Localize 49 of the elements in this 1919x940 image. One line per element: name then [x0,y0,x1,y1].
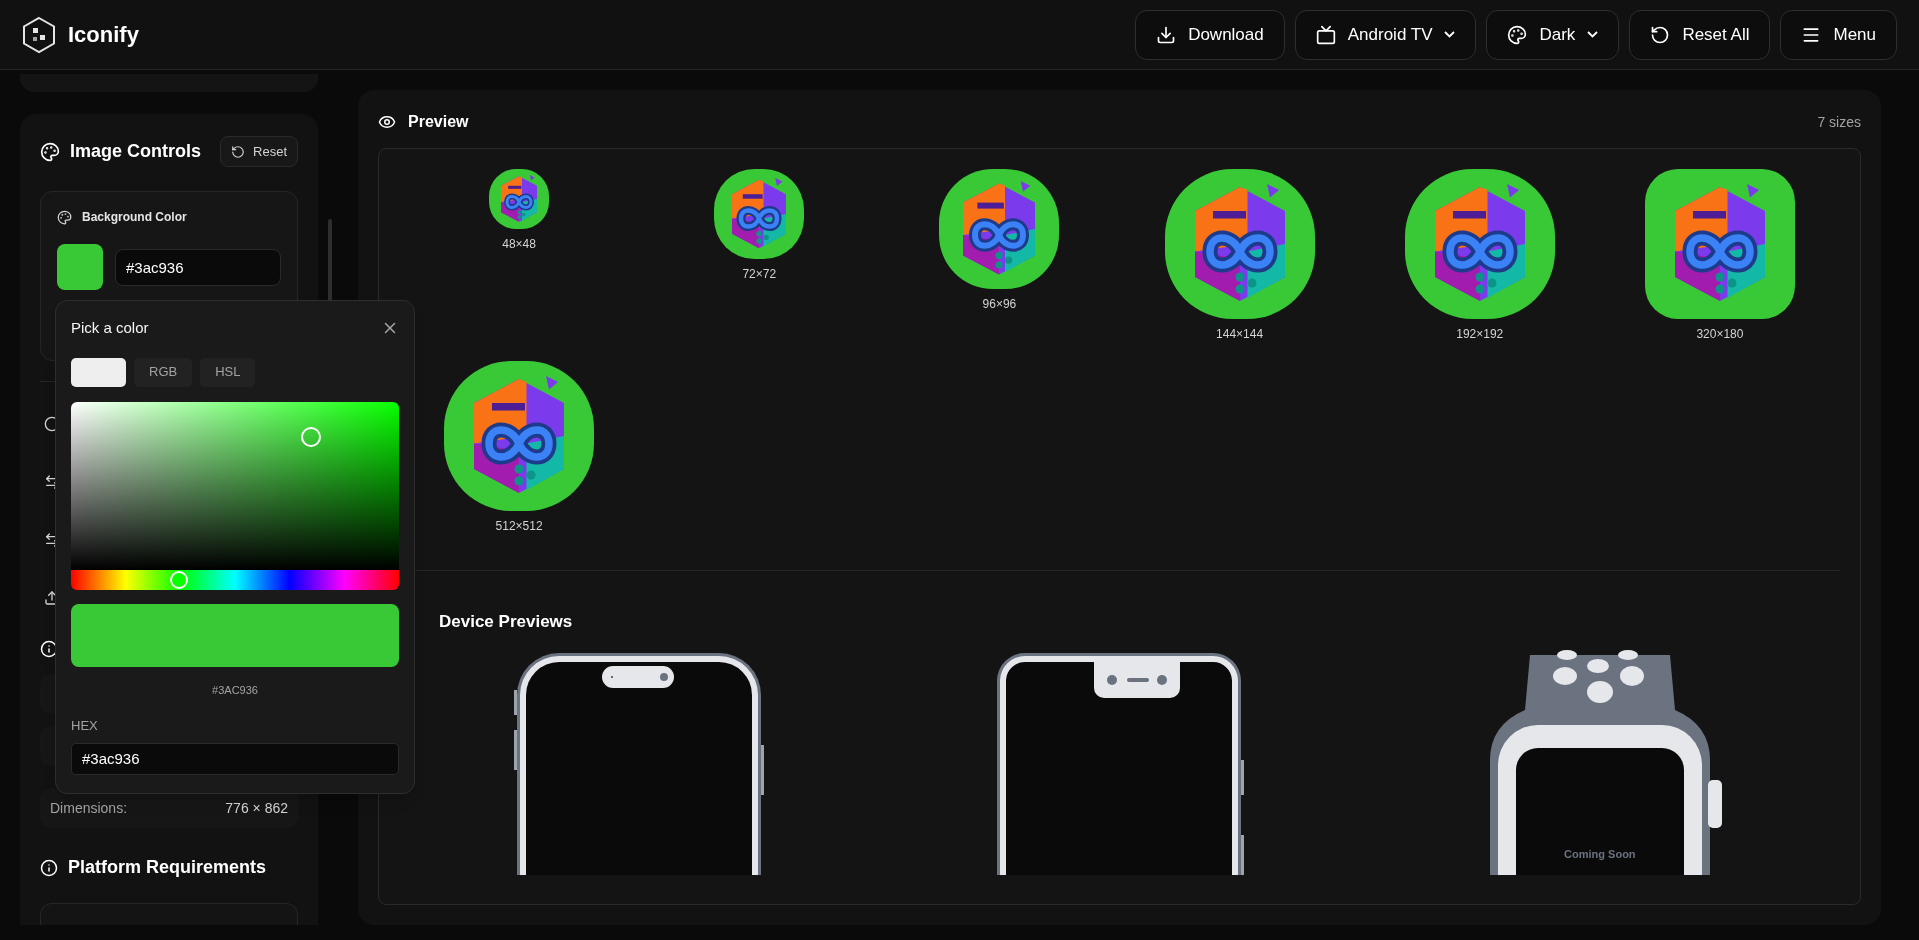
reset-icon [231,144,246,159]
hex-input[interactable]: #3ac936 [115,248,281,286]
app-icon [489,169,550,229]
toolbar-button[interactable]: Menu [1780,9,1897,60]
size-label: 320×180 [1696,326,1744,343]
panel-title: Preview [408,112,469,132]
info-icon [40,858,58,877]
field-label: HEX [71,717,98,733]
format-tab[interactable] [71,357,126,387]
size-label: 96×96 [982,296,1017,313]
popover-title: Pick a color [71,318,149,338]
info-label: Dimensions: [50,798,128,818]
size-label: 192×192 [1456,326,1504,343]
format-tab[interactable]: HSL [200,357,256,387]
field-label: Background Color [82,209,187,226]
coming-soon-text: Coming Soon [1563,846,1637,862]
toolbar-button[interactable]: Dark [1486,9,1620,60]
reset-icon [1650,24,1671,45]
palette-icon [57,209,72,225]
color-code: #3AC936 [212,683,258,696]
saturation-thumb[interactable] [300,427,321,448]
saturation-panel[interactable] [71,401,399,570]
palette-icon [40,141,60,162]
reset-button[interactable]: Reset [220,136,298,167]
hue-thumb[interactable] [169,570,188,589]
app-title: Iconify [68,21,139,49]
eye-icon [378,113,396,131]
app-icon [1644,169,1795,319]
logo-icon [22,15,56,54]
section-title: Device Previews [439,611,574,633]
toolbar-button[interactable]: Reset All [1629,9,1771,60]
info-value: 776 × 862 [225,798,288,818]
palette-icon [1507,24,1528,45]
panel-title: Image Controls [70,140,202,163]
section-title: Platform Requirements [68,856,267,879]
download-icon [1156,24,1177,45]
color-swatch[interactable] [57,244,103,290]
size-label: 512×512 [495,518,543,535]
info-icon [40,640,58,658]
toolbar-button[interactable]: Download [1135,9,1285,60]
size-label: 144×144 [1216,326,1264,343]
hex-input[interactable]: #3ac936 [71,742,399,775]
size-label: 48×48 [502,236,536,253]
size-label: 72×72 [742,266,777,283]
hue-slider[interactable] [71,569,399,590]
tv-icon [1315,24,1336,45]
format-tab[interactable]: RGB [134,357,193,387]
size-count: 7 sizes [1817,112,1861,132]
toolbar-button[interactable]: Android TV [1294,9,1477,60]
